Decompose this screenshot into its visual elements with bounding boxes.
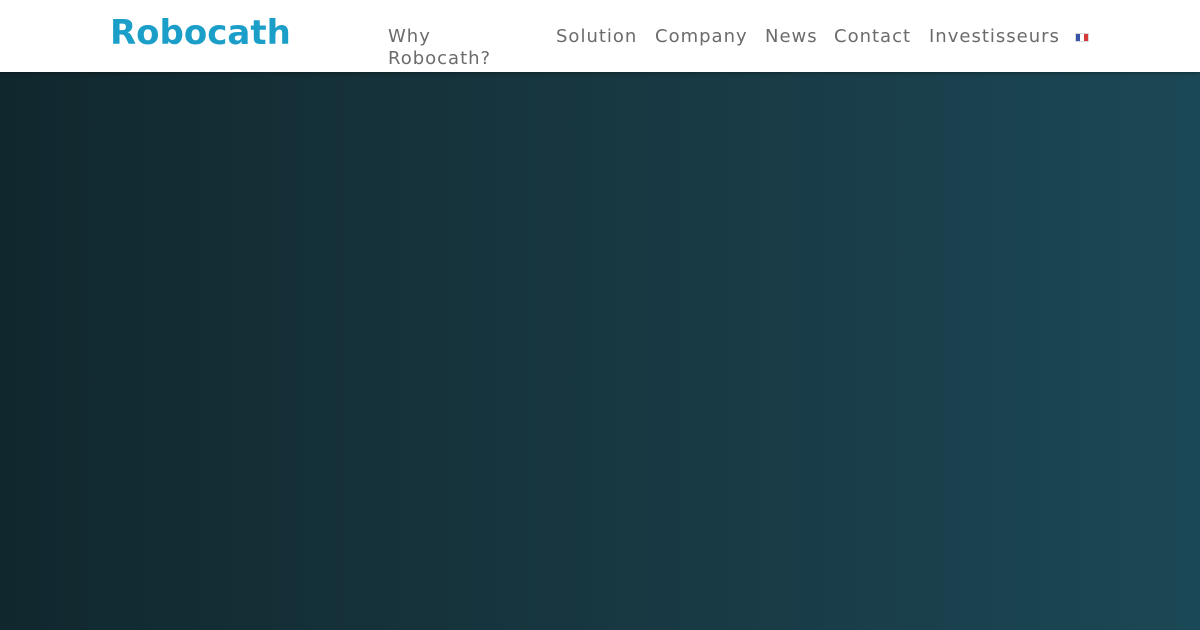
nav-item-investisseurs[interactable]: Investisseurs [929,26,1060,48]
nav-item-solution[interactable]: Solution [556,26,637,48]
french-flag-icon[interactable] [1075,33,1089,42]
nav-item-contact[interactable]: Contact [834,26,911,48]
robocath-logo[interactable]: Robocath [110,10,291,56]
nav-item-why-robocath[interactable]: Why Robocath? [388,26,518,70]
nav-item-news[interactable]: News [765,26,818,48]
site-header: Robocath Why Robocath? Solution Company … [0,0,1200,72]
flag-red-stripe [1084,34,1088,41]
nav-item-company[interactable]: Company [655,26,748,48]
hero-banner [0,72,1200,630]
